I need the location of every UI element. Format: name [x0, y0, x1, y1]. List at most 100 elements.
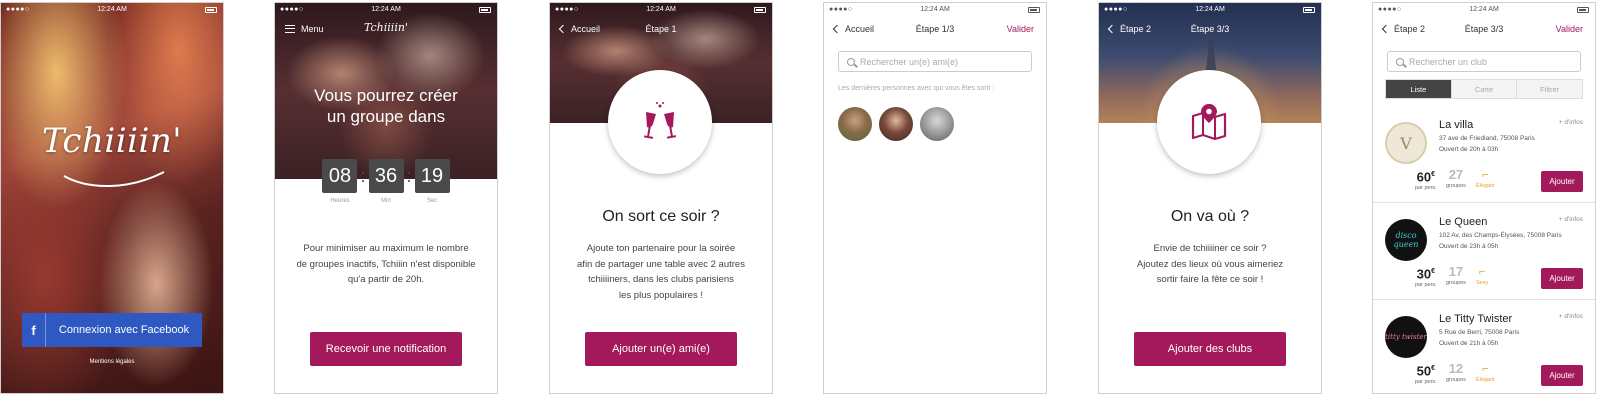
countdown-label: Min: [381, 198, 391, 204]
style-label: Élégant: [1476, 183, 1495, 189]
search-placeholder: Rechercher un club: [1409, 56, 1488, 67]
price-label: par pers.: [1415, 282, 1437, 289]
nav-bar: Accueil Étape 1/3 Valider: [824, 21, 1046, 41]
battery-icon: [1303, 7, 1315, 13]
club-hours: Ouvert de 23h à 05h: [1439, 243, 1499, 250]
screen-heading: On va où ?: [1170, 208, 1250, 225]
groups-label: groupes: [1446, 183, 1466, 189]
club-name: La villa: [1439, 119, 1474, 131]
club-logo: V: [1385, 122, 1427, 164]
status-bar: ●●●●○ 12:24 AM: [824, 3, 1046, 17]
friend-search-input[interactable]: Rechercher un(e) ami(e): [838, 51, 1032, 72]
countdown-separator: :: [360, 166, 366, 186]
validate-button[interactable]: Valider: [1556, 24, 1583, 34]
notify-button[interactable]: Recevoir une notification: [310, 332, 462, 366]
screen-countdown: ●●●●○ 12:24 AM Menu Tchiiiin' Vous pourr…: [274, 2, 498, 394]
status-time: 12:24 AM: [1469, 6, 1499, 13]
availability-text: Pour minimiser au maximum le nombre de g…: [287, 241, 485, 288]
countdown-title: Vous pourrez créer un groupe dans: [275, 85, 497, 127]
price-value: 30: [1416, 266, 1432, 282]
paragraph-line: sortir faire la fête ce soir !: [1156, 274, 1264, 285]
add-clubs-button[interactable]: Ajouter des clubs: [1134, 332, 1286, 366]
title-line: Vous pourrez créer: [314, 86, 458, 105]
back-button[interactable]: Étape 2: [1107, 24, 1152, 34]
view-segmented-control: Liste Carte Filtrer: [1385, 79, 1583, 99]
back-label: Accueil: [571, 24, 601, 34]
status-time: 12:24 AM: [371, 6, 401, 13]
search-icon: [1396, 57, 1404, 66]
status-bar: ●●●●○ 12:24 AM: [1, 3, 223, 17]
avatar[interactable]: [838, 107, 872, 141]
price-currency: €: [1431, 365, 1436, 372]
price-label: par pers.: [1415, 379, 1437, 386]
club-price: 50€ par pers.: [1415, 362, 1437, 386]
screen-step3-intro: ●●●●○ 12:24 AM Étape 2 Étape 3/3 On va o…: [1098, 2, 1322, 394]
back-label: Étape 2: [1394, 24, 1426, 34]
nav-bar: Étape 2 Étape 3/3 Valider: [1373, 21, 1595, 41]
more-info-link[interactable]: + d'infos: [1559, 216, 1583, 223]
back-button[interactable]: Étape 2: [1381, 24, 1426, 34]
groups-value: 12: [1448, 361, 1464, 376]
club-search-input[interactable]: Rechercher un club: [1387, 51, 1581, 72]
avatar[interactable]: [879, 107, 913, 141]
add-club-button[interactable]: Ajouter: [1541, 365, 1583, 386]
nav-bar: Étape 2 Étape 3/3: [1099, 21, 1321, 41]
battery-icon: [754, 7, 766, 13]
countdown-label: Sec: [426, 198, 438, 204]
more-info-link[interactable]: + d'infos: [1559, 119, 1583, 126]
club-card[interactable]: disco queen Le Queen + d'infos 102 Av. d…: [1373, 203, 1595, 300]
map-circle: [1157, 70, 1261, 174]
add-friend-button[interactable]: Ajouter un(e) ami(e): [585, 332, 737, 366]
facebook-icon: f: [22, 313, 46, 347]
back-label: Étape 2: [1120, 24, 1152, 34]
heel-icon: ⌐: [1482, 363, 1489, 375]
validate-button[interactable]: Valider: [1007, 24, 1034, 34]
screen-login: ●●●●○ 12:24 AM Tchiiiin' f Connexion ave…: [0, 2, 224, 394]
status-bar: ●●●●○ 12:24 AM: [1373, 3, 1595, 17]
groups-label: groupes: [1446, 377, 1466, 383]
club-groups: 27 groupes: [1446, 168, 1466, 190]
club-card[interactable]: V La villa + d'infos 37 ave de Friedland…: [1373, 106, 1595, 203]
add-club-button[interactable]: Ajouter: [1541, 171, 1583, 192]
status-time: 12:24 AM: [97, 6, 127, 13]
paragraph-line: qu'a partir de 20h.: [347, 274, 425, 285]
champagne-circle: [608, 70, 712, 174]
chevron-left-icon: [1107, 24, 1117, 34]
heel-icon: ⌐: [1478, 266, 1486, 278]
price-value: 50: [1416, 363, 1432, 379]
battery-icon: [479, 7, 491, 13]
battery-icon: [1028, 7, 1040, 13]
club-card[interactable]: titty twister Le Titty Twister + d'infos…: [1373, 300, 1595, 393]
club-price: 30€ par pers.: [1415, 265, 1437, 289]
club-price: 60€ par pers.: [1415, 168, 1437, 192]
style-label: Élégant: [1476, 377, 1495, 383]
status-time: 12:24 AM: [646, 6, 676, 13]
tab-filter[interactable]: Filtrer: [1517, 80, 1583, 98]
chevron-left-icon: [1381, 24, 1391, 34]
status-time: 12:24 AM: [1195, 6, 1225, 13]
add-club-button[interactable]: Ajouter: [1541, 268, 1583, 289]
avatar[interactable]: [920, 107, 954, 141]
tab-list[interactable]: Liste: [1386, 80, 1452, 98]
champagne-glasses-icon: [643, 102, 677, 139]
facebook-login-label: Connexion avec Facebook: [58, 324, 190, 336]
style-label: Sexy: [1476, 280, 1489, 286]
chevron-left-icon: [832, 24, 842, 34]
back-button[interactable]: Accueil: [558, 24, 601, 34]
facebook-login-button[interactable]: f Connexion avec Facebook: [22, 313, 202, 347]
status-bar: ●●●●○ 12:24 AM: [275, 3, 497, 17]
groups-value: 17: [1448, 264, 1464, 279]
tab-map[interactable]: Carte: [1451, 80, 1518, 98]
countdown-label: Heures: [330, 198, 350, 204]
intro-text: Ajoute ton partenaire pour la soirée afi…: [562, 241, 760, 303]
club-style: ⌐ Sexy: [1476, 265, 1488, 286]
paragraph-line: Pour minimiser au maximum le nombre: [303, 243, 469, 254]
back-label: Accueil: [845, 24, 875, 34]
search-icon: [847, 57, 855, 66]
legal-link[interactable]: Mentions légales: [1, 359, 223, 365]
more-info-link[interactable]: + d'infos: [1559, 313, 1583, 320]
club-address: 5 Rue de Berri, 75008 Paris: [1439, 329, 1520, 336]
heel-icon: ⌐: [1482, 169, 1489, 181]
price-label: par pers.: [1415, 185, 1437, 192]
back-button[interactable]: Accueil: [832, 24, 875, 34]
